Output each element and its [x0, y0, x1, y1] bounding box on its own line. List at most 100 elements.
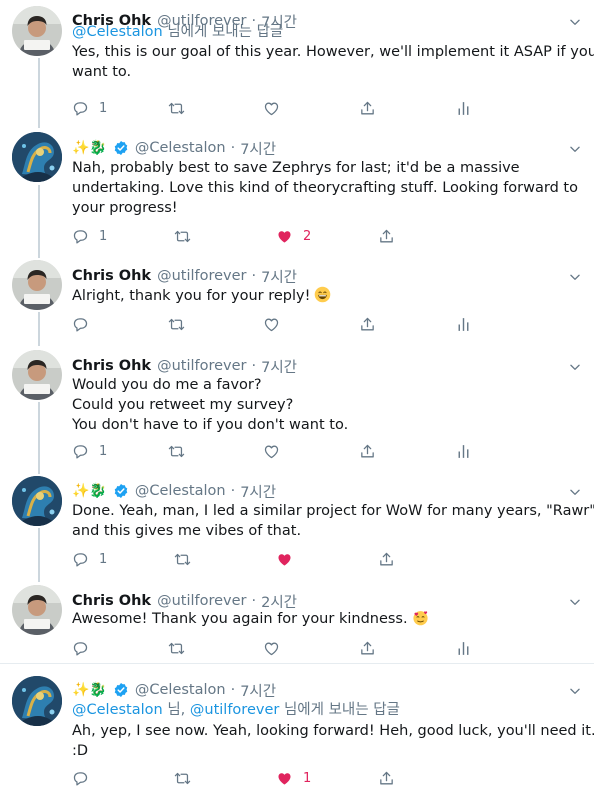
retweet-button[interactable] — [174, 549, 276, 569]
tweet-text-content: :D — [72, 743, 89, 759]
tweet-text-content: and this gives me vibes of that. — [72, 523, 302, 539]
tweet-text-line: You don't have to if you don't want to. — [72, 415, 580, 435]
reply-button[interactable] — [72, 638, 168, 658]
like-button[interactable] — [263, 314, 359, 334]
avatar[interactable] — [12, 132, 62, 182]
reply-button[interactable]: 1 — [72, 441, 168, 461]
tweet-text-line: Yes, this is our goal of this year. Howe… — [72, 42, 594, 62]
display-name[interactable]: Chris Ohk — [72, 268, 151, 284]
avatar[interactable] — [12, 260, 62, 310]
tweet-text-content: You don't have to if you don't want to. — [72, 417, 349, 433]
like-button[interactable]: 1 — [276, 768, 378, 788]
reply-button[interactable]: 1 — [72, 226, 174, 246]
caret-down-icon[interactable] — [568, 484, 582, 498]
reply-button[interactable] — [72, 768, 174, 788]
share-button[interactable] — [359, 441, 455, 461]
user-handle[interactable]: @Celestalon — [135, 682, 226, 698]
mention-link[interactable]: @utilforever — [190, 702, 279, 718]
tweet-actions: 1 — [72, 549, 492, 569]
user-handle[interactable]: @utilforever — [157, 593, 246, 609]
share-button[interactable] — [378, 549, 480, 569]
retweet-button[interactable] — [168, 314, 264, 334]
analytics-button[interactable] — [455, 441, 493, 461]
tweet-actions: 1 — [72, 768, 492, 788]
caret-down-icon[interactable] — [568, 683, 582, 697]
like-button[interactable]: 2 — [276, 226, 378, 246]
like-icon — [263, 640, 280, 657]
retweet-button[interactable] — [174, 768, 276, 788]
retweet-button[interactable] — [174, 226, 276, 246]
avatar[interactable] — [12, 676, 62, 726]
caret-graphic — [568, 142, 582, 156]
analytics-button[interactable] — [455, 314, 493, 334]
tweet-actions: 1 — [72, 98, 492, 118]
thread-connector-line — [38, 528, 40, 582]
display-name[interactable]: ✨🐉 — [72, 682, 107, 698]
display-name[interactable]: ✨🐉 — [72, 483, 107, 499]
replying-to-suffix: 님에게 보내는 답글 — [167, 24, 284, 40]
avatar[interactable] — [12, 6, 62, 56]
tweet-text-content: Would you do me a favor? — [72, 377, 262, 393]
analytics-button[interactable] — [455, 98, 493, 118]
separator-dot: · — [251, 358, 257, 374]
share-button[interactable] — [378, 768, 480, 788]
caret-down-icon[interactable] — [568, 14, 582, 28]
mention-link[interactable]: @Celestalon — [72, 702, 163, 718]
analytics-button[interactable] — [455, 638, 493, 658]
retweet-button[interactable] — [168, 98, 264, 118]
retweet-button[interactable] — [168, 441, 264, 461]
like-icon — [263, 100, 280, 117]
user-handle[interactable]: @utilforever — [157, 358, 246, 374]
display-name[interactable]: Chris Ohk — [72, 358, 151, 374]
reply-icon — [72, 228, 89, 245]
caret-down-icon[interactable] — [568, 594, 582, 608]
retweet-button[interactable] — [168, 638, 264, 658]
avatar[interactable] — [12, 476, 62, 526]
display-name[interactable]: ✨🐉 — [72, 140, 107, 156]
tweet-text-line: and this gives me vibes of that. — [72, 521, 580, 541]
avatar-image — [12, 132, 62, 182]
avatar[interactable] — [12, 350, 62, 400]
tweet-text-line: Would you do me a favor? — [72, 375, 580, 395]
caret-down-icon[interactable] — [568, 359, 582, 373]
timestamp[interactable]: 7시간 — [240, 138, 276, 159]
tweet-text-content: your progress! — [72, 200, 178, 216]
reply-button[interactable]: 1 — [72, 98, 168, 118]
user-handle[interactable]: @Celestalon — [135, 140, 226, 156]
analytics-icon — [455, 443, 472, 460]
share-icon — [359, 316, 376, 333]
tweet-text-line: Done. Yeah, man, I led a similar project… — [72, 501, 594, 521]
retweet-icon — [174, 228, 191, 245]
like-button[interactable] — [263, 441, 359, 461]
caret-down-icon[interactable] — [568, 269, 582, 283]
user-handle[interactable]: @Celestalon — [135, 483, 226, 499]
share-button[interactable] — [378, 226, 480, 246]
grinning-emoji — [314, 286, 331, 303]
timestamp[interactable]: 7시간 — [261, 356, 297, 377]
tweet-text-line: undertaking. Love this kind of theorycra… — [72, 178, 580, 198]
reply-button[interactable]: 1 — [72, 549, 174, 569]
like-button[interactable] — [263, 98, 359, 118]
caret-graphic — [568, 15, 582, 29]
user-handle[interactable]: @utilforever — [157, 268, 246, 284]
tweet-text: Ah, yep, I see now. Yeah, looking forwar… — [72, 721, 594, 761]
caret-graphic — [568, 684, 582, 698]
avatar-image — [12, 260, 62, 310]
share-button[interactable] — [359, 98, 455, 118]
timestamp[interactable]: 7시간 — [240, 481, 276, 502]
timestamp[interactable]: 7시간 — [261, 266, 297, 287]
replying-to: @Celestalon 님, @utilforever 님에게 보내는 답글 — [72, 698, 400, 719]
share-button[interactable] — [359, 638, 455, 658]
mention-link[interactable]: @Celestalon — [72, 24, 163, 40]
tweet-text-content: want to. — [72, 64, 132, 80]
like-button[interactable] — [276, 549, 378, 569]
verified-icon — [113, 140, 129, 156]
tweet-text-content: Alright, thank you for your reply! — [72, 288, 311, 304]
like-icon — [263, 316, 280, 333]
avatar[interactable] — [12, 585, 62, 635]
like-button[interactable] — [263, 638, 359, 658]
display-name[interactable]: Chris Ohk — [72, 593, 151, 609]
share-button[interactable] — [359, 314, 455, 334]
reply-button[interactable] — [72, 314, 168, 334]
caret-down-icon[interactable] — [568, 141, 582, 155]
